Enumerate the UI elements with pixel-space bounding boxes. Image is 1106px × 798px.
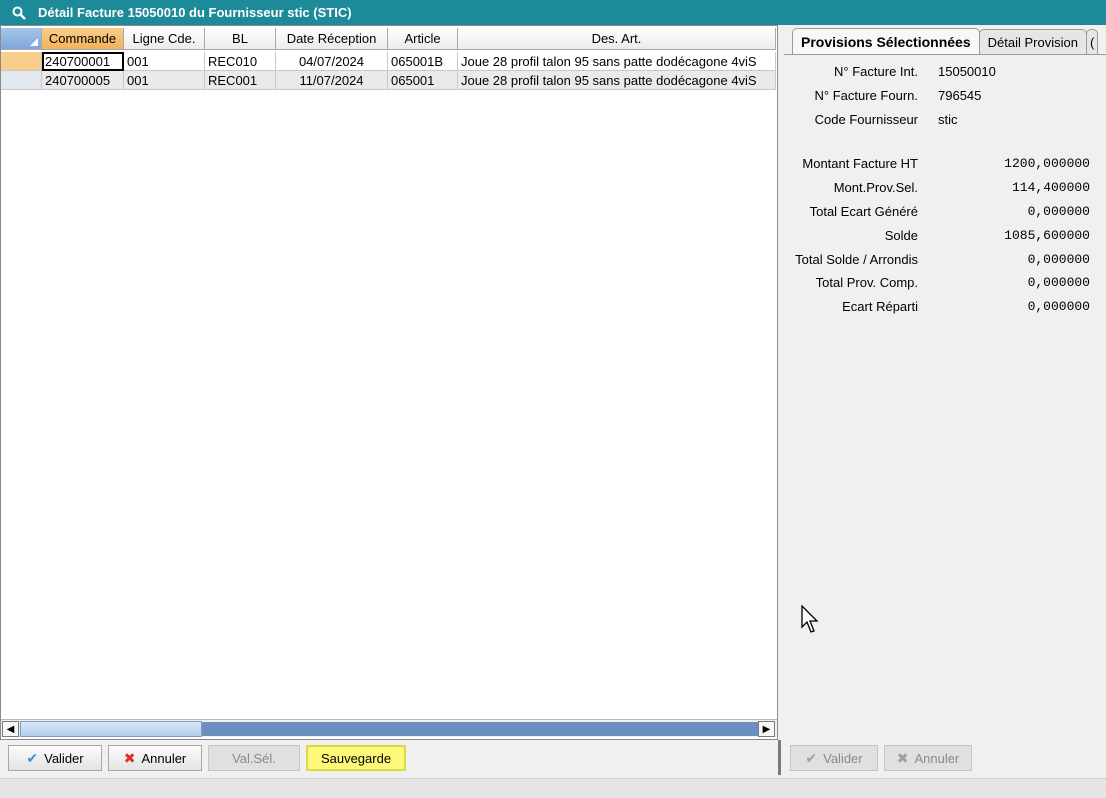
mouse-cursor-icon bbox=[801, 604, 821, 638]
scrollbar-track[interactable] bbox=[202, 722, 758, 736]
val-sel-button[interactable]: Val.Sél. bbox=[208, 745, 300, 771]
valider-button[interactable]: ✔ Valider bbox=[8, 745, 102, 771]
horizontal-scrollbar[interactable]: ◀ ▶ bbox=[1, 719, 777, 737]
column-header[interactable]: Article bbox=[388, 28, 458, 50]
check-icon: ✔ bbox=[26, 749, 39, 766]
info-field: N° Facture Int. 15050010 bbox=[784, 61, 996, 81]
row-header[interactable] bbox=[1, 52, 42, 71]
field-label: Montant Facture HT bbox=[802, 155, 918, 171]
field-label: Solde bbox=[884, 227, 918, 243]
tab-detail-provision[interactable]: Détail Provision bbox=[978, 29, 1087, 54]
field-label: Code Fournisseur bbox=[814, 111, 918, 127]
field-value: 796545 bbox=[938, 87, 982, 103]
field-label: Total Prov. Comp. bbox=[815, 274, 918, 290]
amount-field: Ecart Réparti 0,000000 bbox=[784, 296, 1090, 316]
tab-strip: Provisions Sélectionnées Détail Provisio… bbox=[792, 28, 1099, 55]
search-icon bbox=[0, 0, 38, 25]
amount-value: 0,000000 bbox=[1027, 298, 1090, 314]
field-label: Ecart Réparti bbox=[842, 298, 918, 314]
amount-value: 1085,600000 bbox=[1004, 227, 1090, 243]
amount-field: Solde 1085,600000 bbox=[784, 225, 1090, 245]
amount-field: Mont.Prov.Sel. 114,400000 bbox=[784, 177, 1090, 197]
amount-field: Total Prov. Comp. 0,000000 bbox=[784, 272, 1090, 292]
annuler-button[interactable]: ✖ Annuler bbox=[108, 745, 202, 771]
sauvegarde-button[interactable]: Sauvegarde bbox=[306, 745, 406, 771]
right-button-bar: ✔ Valider ✖ Annuler bbox=[790, 745, 978, 773]
grid-header: Commande Ligne Cde. BL Date Réception Articl… bbox=[1, 28, 776, 50]
left-button-bar: ✔ Valider ✖ Annuler Val.Sél. Sauvegarde bbox=[8, 745, 412, 773]
scroll-left-icon[interactable]: ◀ bbox=[2, 721, 19, 737]
field-label: Total Solde / Arrondis bbox=[795, 251, 918, 267]
table-row[interactable]: 240700001 001 REC010 04/07/2024 065001B Joue … bbox=[1, 52, 776, 71]
invoice-lines-grid[interactable]: Commande Ligne Cde. BL Date Réception Articl… bbox=[0, 25, 778, 740]
row-header[interactable] bbox=[1, 71, 42, 90]
table-cell[interactable]: 240700001 bbox=[42, 52, 124, 71]
tab-more[interactable]: ( bbox=[1085, 29, 1099, 54]
table-cell[interactable]: REC010 bbox=[205, 52, 276, 71]
grid-body[interactable]: 240700001 001 REC010 04/07/2024 065001B Joue … bbox=[1, 52, 776, 90]
amount-field: Total Ecart Généré 0,000000 bbox=[784, 201, 1090, 221]
table-cell[interactable]: 240700005 bbox=[42, 71, 124, 90]
column-header[interactable]: Ligne Cde. bbox=[124, 28, 205, 50]
info-field: Code Fournisseur stic bbox=[784, 109, 958, 129]
close-icon: ✖ bbox=[896, 749, 909, 766]
table-cell[interactable]: 065001B bbox=[388, 52, 458, 71]
status-bar bbox=[0, 778, 1106, 798]
table-cell[interactable]: 065001 bbox=[388, 71, 458, 90]
column-header[interactable]: Date Réception bbox=[276, 28, 388, 50]
table-row[interactable]: 240700005 001 REC001 11/07/2024 065001 Joue 2… bbox=[1, 71, 776, 90]
field-value: stic bbox=[938, 111, 958, 127]
provisions-panel: Provisions Sélectionnées Détail Provisio… bbox=[784, 25, 1106, 740]
field-label: N° Facture Int. bbox=[834, 63, 918, 79]
close-icon: ✖ bbox=[123, 749, 136, 766]
amount-field: Total Solde / Arrondis 0,000000 bbox=[784, 249, 1090, 269]
table-cell[interactable]: REC001 bbox=[205, 71, 276, 90]
scroll-right-icon[interactable]: ▶ bbox=[758, 721, 775, 737]
amount-field: Montant Facture HT 1200,000000 bbox=[784, 153, 1090, 173]
field-label: N° Facture Fourn. bbox=[814, 87, 918, 103]
window-title: Détail Facture 15050010 du Fournisseur s… bbox=[38, 5, 352, 20]
tab-content: N° Facture Int. 15050010 N° Facture Fourn.… bbox=[784, 54, 1106, 740]
column-header[interactable]: Commande bbox=[42, 28, 124, 50]
table-cell[interactable]: Joue 28 profil talon 95 sans patte dodéc… bbox=[458, 71, 776, 90]
column-header[interactable]: Des. Art. bbox=[458, 28, 776, 50]
table-cell[interactable]: 001 bbox=[124, 71, 205, 90]
column-header[interactable]: BL bbox=[205, 28, 276, 50]
table-cell[interactable]: 04/07/2024 bbox=[276, 52, 388, 71]
table-cell[interactable]: 11/07/2024 bbox=[276, 71, 388, 90]
info-field: N° Facture Fourn. 796545 bbox=[784, 85, 982, 105]
amount-value: 0,000000 bbox=[1027, 203, 1090, 219]
amount-value: 114,400000 bbox=[1011, 179, 1090, 195]
field-label: Total Ecart Généré bbox=[809, 203, 918, 219]
amount-value: 0,000000 bbox=[1027, 274, 1090, 290]
grid-corner[interactable] bbox=[1, 28, 42, 50]
table-cell[interactable]: 001 bbox=[124, 52, 205, 71]
field-value: 15050010 bbox=[938, 63, 996, 79]
scrollbar-thumb[interactable] bbox=[20, 721, 202, 737]
amount-value: 1200,000000 bbox=[1004, 155, 1090, 171]
provision-valider-button[interactable]: ✔ Valider bbox=[790, 745, 878, 771]
amount-value: 0,000000 bbox=[1027, 251, 1090, 267]
tab-provisions-selectionnees[interactable]: Provisions Sélectionnées bbox=[792, 28, 980, 55]
provision-annuler-button[interactable]: ✖ Annuler bbox=[884, 745, 972, 771]
check-icon: ✔ bbox=[805, 749, 818, 766]
table-cell[interactable]: Joue 28 profil talon 95 sans patte dodéc… bbox=[458, 52, 776, 71]
window-titlebar: Détail Facture 15050010 du Fournisseur s… bbox=[0, 0, 1106, 25]
field-label: Mont.Prov.Sel. bbox=[833, 179, 918, 195]
